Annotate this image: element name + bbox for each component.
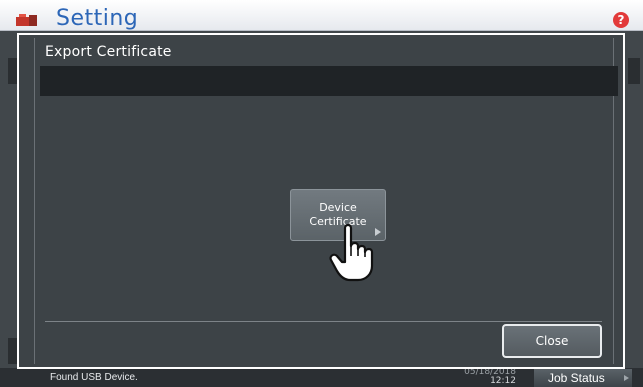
divider <box>45 321 602 322</box>
date-time: 05/18/2018 12:12 <box>456 368 516 386</box>
dialog-title: Export Certificate <box>45 44 172 60</box>
machine-settings-icon <box>16 14 37 26</box>
device-certificate-label-line1: Device <box>319 201 357 214</box>
hand-pointer-icon <box>329 223 374 282</box>
time-label: 12:12 <box>490 376 516 386</box>
triangle-right-icon <box>624 375 629 381</box>
job-status-label: Job Status <box>548 371 605 385</box>
message-area <box>40 66 618 96</box>
help-icon[interactable]: ? <box>613 12 629 28</box>
title-bar: Setting ? <box>0 0 643 31</box>
job-status-button[interactable]: Job Status <box>534 369 632 387</box>
background-tab-right <box>628 58 640 84</box>
status-message: Found USB Device. <box>50 372 138 383</box>
page-title: Setting <box>56 6 139 31</box>
export-certificate-dialog: Export Certificate Device Certificate Cl… <box>17 33 625 369</box>
close-button[interactable]: Close <box>502 324 602 358</box>
